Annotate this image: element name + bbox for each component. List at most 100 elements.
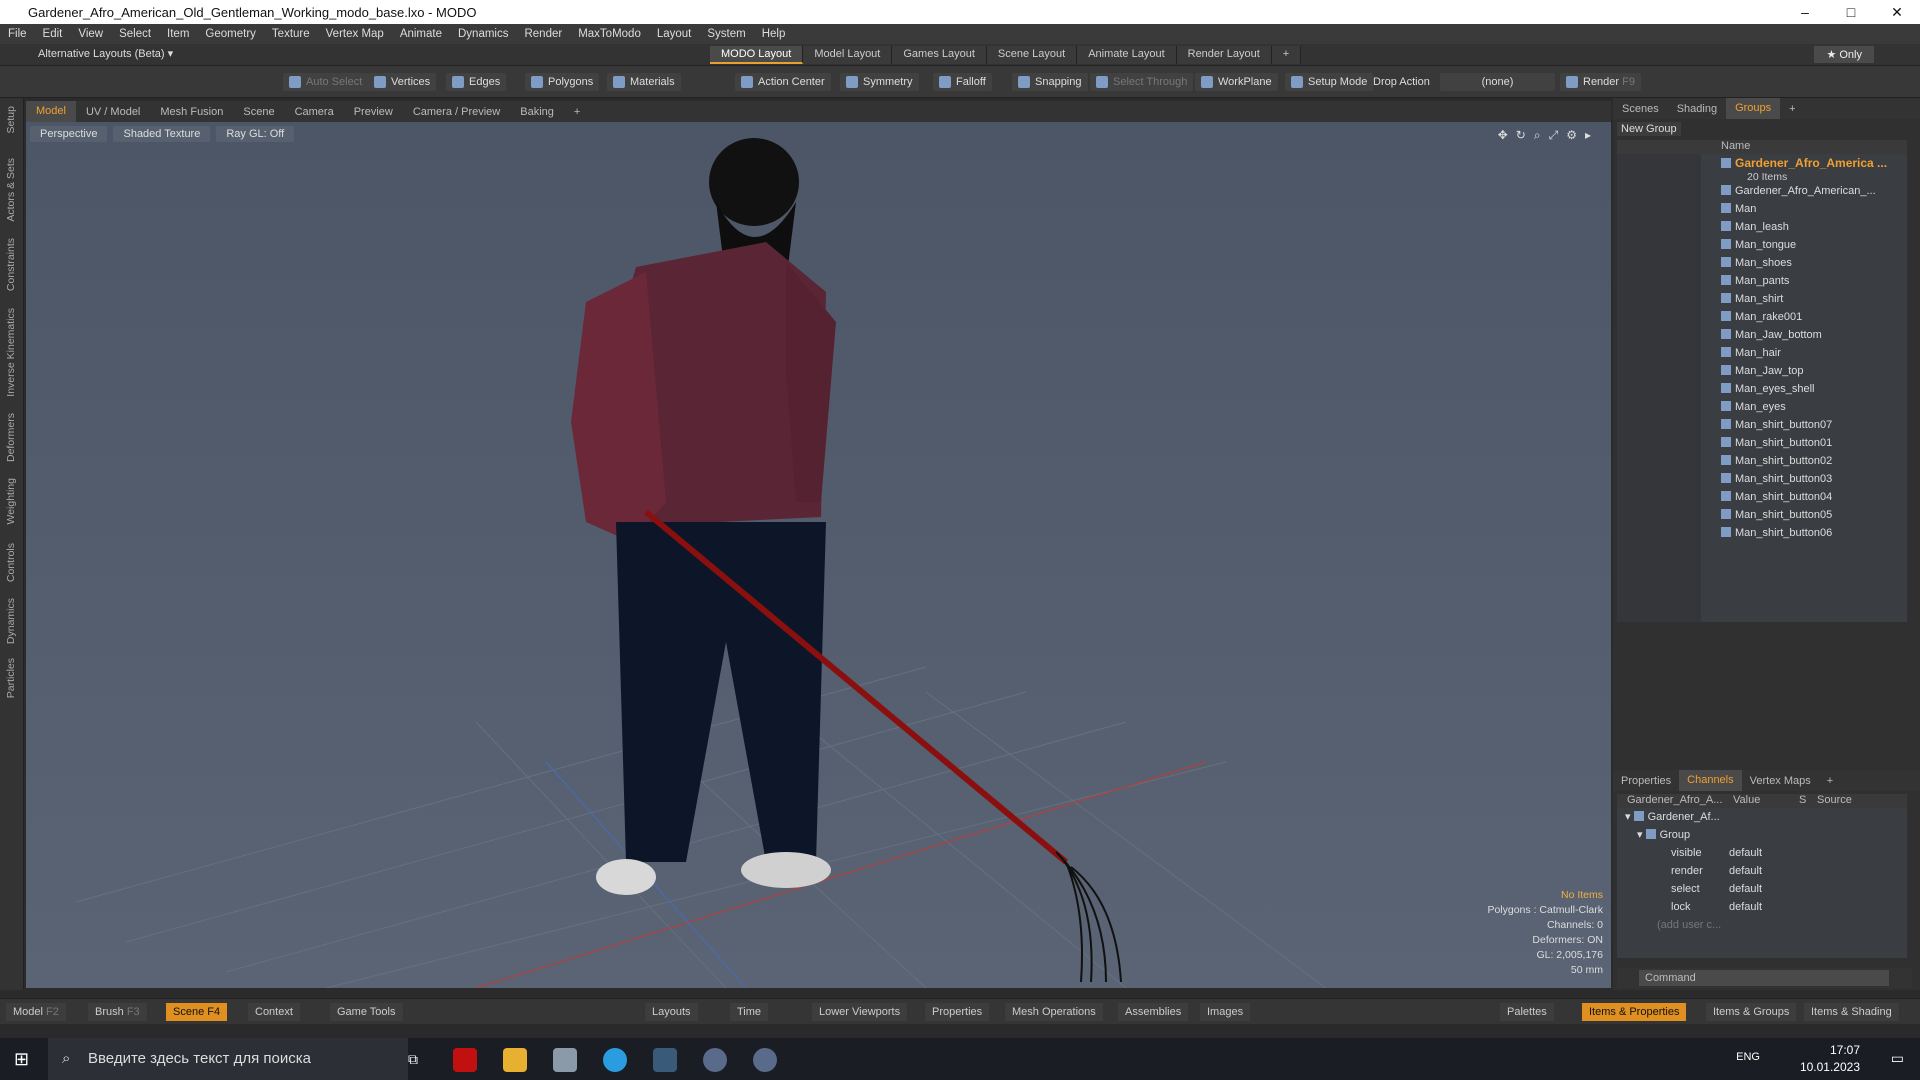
tab-channels[interactable]: Channels [1679,770,1742,791]
list-item[interactable]: Man_eyes [1721,398,1786,416]
raygl-toggle[interactable]: Ray GL: Off [216,126,295,142]
menu-texture[interactable]: Texture [264,28,318,40]
game-tools-button[interactable]: Game Tools [330,1003,403,1021]
list-item[interactable]: Man [1721,200,1756,218]
falloff-button[interactable]: Falloff [933,73,992,91]
menu-layout[interactable]: Layout [649,28,700,40]
telegram-icon[interactable] [603,1048,627,1072]
list-item[interactable]: Man_shoes [1721,254,1792,272]
rake-head[interactable] [1055,851,1122,983]
polygons-button[interactable]: Polygons [525,73,600,91]
channel-root[interactable]: ▾ Gardener_Af... [1625,808,1720,826]
palettes-button[interactable]: Palettes [1500,1003,1554,1021]
tab-shading[interactable]: Shading [1668,103,1726,115]
list-item[interactable]: Man_leash [1721,218,1789,236]
clock[interactable]: 17:07 10.01.2023 [1800,1042,1860,1076]
lower-viewports-button[interactable]: Lower Viewports [812,1003,908,1021]
menu-animate[interactable]: Animate [392,28,450,40]
menu-item[interactable]: Item [159,28,197,40]
context-button[interactable]: Context [248,1003,300,1021]
workplane-button[interactable]: WorkPlane [1195,73,1278,91]
symmetry-button[interactable]: Symmetry [840,73,919,91]
tab-games-layout[interactable]: Games Layout [892,46,987,64]
expand-arrow-icon[interactable]: ▸ [1585,128,1591,143]
tab-model-layout[interactable]: Model Layout [803,46,893,64]
tab-scene[interactable]: Scene [233,106,284,118]
tab-model[interactable]: Model [26,101,76,122]
list-item[interactable]: Man_Jaw_top [1721,362,1804,380]
list-item[interactable]: Man_shirt_button07 [1721,416,1832,434]
list-item[interactable]: Man_eyes_shell [1721,380,1815,398]
rotate-icon[interactable]: ↻ [1516,128,1526,143]
fit-icon[interactable]: ⤢ [1549,128,1559,143]
taskbar-search[interactable]: ⌕ Введите здесь текст для поиска [48,1038,408,1080]
notifications-icon[interactable]: ▭ [1891,1050,1904,1067]
add-user-channel[interactable]: (add user c... [1657,916,1721,934]
list-item[interactable]: Man_pants [1721,272,1789,290]
tab-modo-layout[interactable]: MODO Layout [710,46,804,64]
select-through-button[interactable]: Select Through [1090,73,1194,91]
list-item[interactable]: Man_tongue [1721,236,1796,254]
perspective-dropdown[interactable]: Perspective [30,126,108,142]
properties-button[interactable]: Properties [925,1003,990,1021]
side-tab-particles[interactable]: Particles [5,658,17,698]
side-tab-deformers[interactable]: Deformers [5,413,17,462]
render-button[interactable]: Render F9 [1560,73,1641,91]
menu-system[interactable]: System [699,28,753,40]
3d-viewport[interactable]: Perspective Shaded Texture Ray GL: Off ✥… [26,122,1611,988]
menu-dynamics[interactable]: Dynamics [450,28,516,40]
menu-render[interactable]: Render [516,28,570,40]
channel-visible-value[interactable]: default [1729,844,1762,862]
side-tab-inverse-kinematics[interactable]: Inverse Kinematics [5,308,17,397]
maximize-button[interactable]: □ [1828,0,1874,24]
menu-select[interactable]: Select [111,28,159,40]
app-icon[interactable] [553,1048,577,1072]
drop-action-select[interactable]: (none) [1440,73,1555,91]
viewport-settings-icon[interactable]: ⚙ [1566,128,1577,143]
items-properties-button[interactable]: Items & Properties [1582,1003,1687,1021]
action-center-button[interactable]: Action Center [735,73,831,91]
minimize-button[interactable]: – [1782,0,1828,24]
channel-lock-value[interactable]: default [1729,898,1762,916]
list-item[interactable]: Man_shirt_button03 [1721,470,1832,488]
close-button[interactable]: ✕ [1874,0,1920,24]
add-channel-tab-button[interactable]: + [1819,775,1841,787]
app-icon[interactable] [703,1048,727,1072]
side-tab-setup[interactable]: Setup [5,106,17,133]
scene-button[interactable]: Scene F4 [166,1003,228,1021]
menu-vertex-map[interactable]: Vertex Map [318,28,392,40]
side-tab-controls[interactable]: Controls [5,543,17,582]
side-tab-constraints[interactable]: Constraints [5,238,17,291]
add-tab-button[interactable]: + [564,106,590,118]
tab-preview[interactable]: Preview [344,106,403,118]
list-item[interactable]: Man_hair [1721,344,1781,362]
file-explorer-icon[interactable] [503,1048,527,1072]
images-button[interactable]: Images [1200,1003,1251,1021]
menu-view[interactable]: View [70,28,111,40]
setup-mode-button[interactable]: Setup Mode [1285,73,1374,91]
snapping-button[interactable]: Snapping [1012,73,1088,91]
side-tab-dynamics[interactable]: Dynamics [5,598,17,644]
list-item[interactable]: Man_shirt_button02 [1721,452,1832,470]
add-right-tab-button[interactable]: + [1780,103,1804,115]
group-row[interactable]: Gardener_Afro_America ... [1721,154,1887,172]
opera-icon[interactable] [453,1048,477,1072]
items-shading-button[interactable]: Items & Shading [1804,1003,1899,1021]
list-item[interactable]: Man_shirt_button04 [1721,488,1832,506]
list-item[interactable]: Man_shirt_button06 [1721,524,1832,542]
app-icon[interactable] [753,1048,777,1072]
mesh-operations-button[interactable]: Mesh Operations [1005,1003,1103,1021]
channel-group[interactable]: ▾ Group [1637,826,1690,844]
brush-button[interactable]: Brush F3 [88,1003,147,1021]
pan-icon[interactable]: ✥ [1498,128,1508,143]
list-item[interactable]: Gardener_Afro_American_... [1721,182,1876,200]
vertices-button[interactable]: Vertices [368,73,437,91]
tab-render-layout[interactable]: Render Layout [1176,46,1272,64]
list-item[interactable]: Man_Jaw_bottom [1721,326,1822,344]
add-layout-button[interactable]: + [1271,46,1302,64]
tab-vertex-maps[interactable]: Vertex Maps [1742,775,1819,787]
list-item[interactable]: Man_shirt_button01 [1721,434,1832,452]
side-tab-weighting[interactable]: Weighting [5,478,17,525]
tab-uv-model[interactable]: UV / Model [76,106,150,118]
channel-select-value[interactable]: default [1729,880,1762,898]
